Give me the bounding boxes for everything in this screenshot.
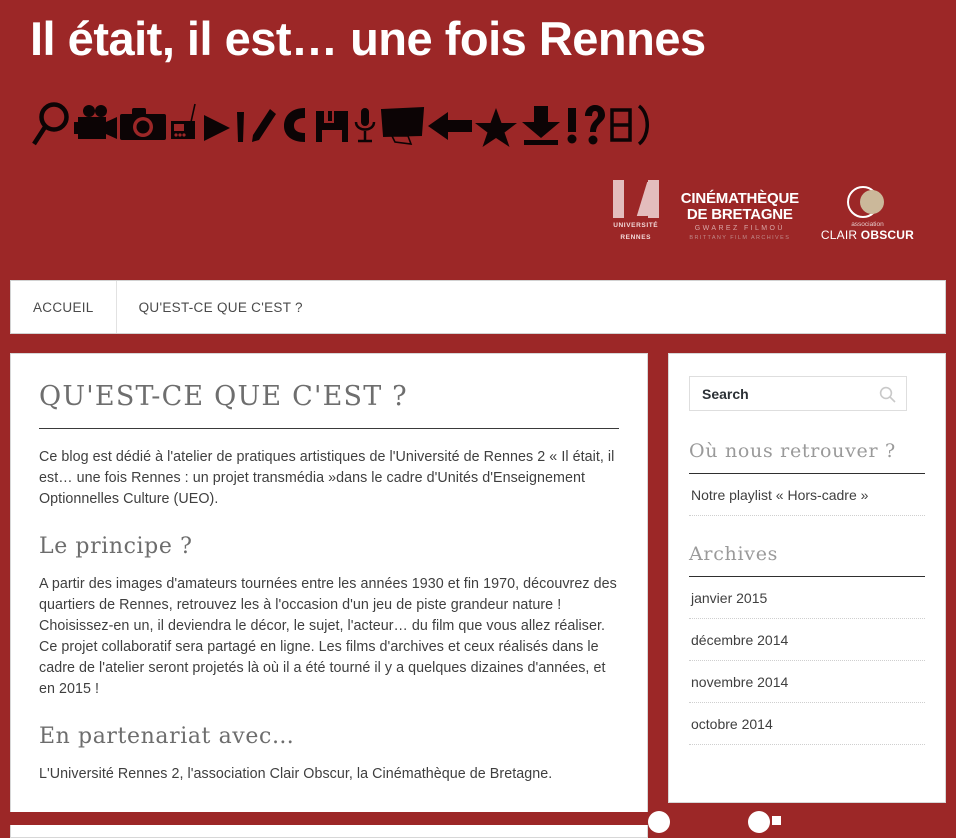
list-item[interactable]: novembre 2014 — [689, 661, 925, 703]
page-title: QU'EST-CE QUE C'EST ? — [39, 380, 619, 429]
list-item[interactable]: décembre 2014 — [689, 619, 925, 661]
widget-ou-nous-retrouver: Où nous retrouver ? Notre playlist « Hor… — [689, 439, 925, 516]
archive-link-octobre-2014[interactable]: octobre 2014 — [689, 703, 925, 744]
link-notre-playlist[interactable]: Notre playlist « Hors-cadre » — [689, 474, 925, 515]
footer-square — [772, 816, 781, 825]
clair-obscur-name: CLAIR OBSCUR — [821, 229, 914, 242]
cinematheque-line3: GWAREZ FILMOÙ — [694, 225, 785, 232]
section-heading-le-principe: Le principe ? — [39, 534, 193, 559]
nav-item-accueil[interactable]: ACCUEIL — [11, 281, 117, 333]
widget-title-archives: Archives — [689, 542, 925, 577]
clair-obscur-mark — [847, 186, 887, 218]
list-item[interactable]: octobre 2014 — [689, 703, 925, 745]
floppy-disk-icon — [312, 100, 352, 152]
search-icon[interactable] — [879, 386, 896, 403]
play-arrow-icon — [200, 100, 232, 152]
logo-rennes-line2: RENNES — [620, 234, 652, 241]
sidebar: Où nous retrouver ? Notre playlist « Hor… — [668, 353, 946, 803]
widget-title-ou-nous-retrouver: Où nous retrouver ? — [689, 439, 925, 474]
obscur-word: OBSCUR — [860, 228, 914, 242]
radio-icon — [168, 100, 200, 152]
nav-item-quest-ce-que-cest[interactable]: QU'EST-CE QUE C'EST ? — [117, 281, 325, 333]
site-title: Il était, il est… une fois Rennes — [30, 12, 706, 65]
header-icon-row — [32, 95, 656, 157]
exclamation-icon — [564, 100, 580, 152]
question-icon — [580, 100, 608, 152]
left-arrow-icon — [426, 100, 474, 152]
main-content-panel: QU'EST-CE QUE C'EST ? Ce blog est dédié … — [10, 353, 648, 838]
logo-universite-rennes: UNIVERSITÉ RENNES — [612, 180, 659, 242]
telephone-icon — [278, 100, 312, 152]
cinematheque-line2: DE BRETAGNE — [686, 205, 793, 223]
footer-strip — [0, 811, 956, 833]
star-icon — [474, 100, 518, 152]
section-heading-en-partenariat: En partenariat avec… — [39, 724, 295, 749]
partner-logos: UNIVERSITÉ RENNES CINÉMATHÈQUE DE BRETAG… — [612, 180, 914, 242]
photo-camera-icon — [118, 100, 168, 152]
cinematheque-line4: BRITTANY FILM ARCHIVES — [689, 235, 791, 241]
widget-archives: Archives janvier 2015 décembre 2014 nove… — [689, 542, 925, 745]
rennes-n-mark — [612, 180, 659, 218]
intro-paragraph: Ce blog est dédié à l'atelier de pratiqu… — [39, 449, 615, 507]
section-paragraph-en-partenariat: L'Université Rennes 2, l'association Cla… — [39, 766, 553, 782]
pen-icon — [232, 100, 248, 152]
search-input[interactable] — [690, 377, 870, 410]
archive-link-novembre-2014[interactable]: novembre 2014 — [689, 661, 925, 702]
list-item[interactable]: janvier 2015 — [689, 577, 925, 619]
film-strip-icon — [608, 100, 634, 152]
clair-word: CLAIR — [820, 228, 861, 242]
widget-list-archives: janvier 2015 décembre 2014 novembre 2014… — [689, 577, 925, 745]
section-paragraph-le-principe: A partir des images d'amateurs tournées … — [39, 576, 617, 697]
pencil-icon — [248, 100, 278, 152]
movie-camera-icon — [74, 100, 118, 152]
download-icon — [518, 100, 564, 152]
magnifier-icon — [32, 100, 74, 152]
monitor-icon — [378, 100, 426, 152]
primary-navigation[interactable]: ACCUEIL QU'EST-CE QUE C'EST ? — [10, 280, 946, 334]
microphone-icon — [352, 100, 378, 152]
cinematheque-line1: CINÉMATHÈQUE — [680, 190, 799, 207]
archive-link-janvier-2015[interactable]: janvier 2015 — [689, 577, 925, 618]
logo-rennes-line1: UNIVERSITÉ — [613, 222, 659, 229]
logo-cinematheque-de-bretagne: CINÉMATHÈQUE DE BRETAGNE GWAREZ FILMOÙ B… — [681, 191, 799, 242]
logo-clair-obscur: association CLAIR OBSCUR — [821, 186, 914, 242]
search-widget[interactable] — [689, 376, 907, 411]
closing-paren-icon — [634, 100, 656, 152]
list-item[interactable]: Notre playlist « Hors-cadre » — [689, 474, 925, 516]
footer-bubble-left — [648, 811, 670, 833]
entry-body: Ce blog est dédié à l'atelier de pratiqu… — [39, 429, 619, 785]
widget-list-ou-nous-retrouver: Notre playlist « Hors-cadre » — [689, 474, 925, 516]
archive-link-decembre-2014[interactable]: décembre 2014 — [689, 619, 925, 660]
site-header-banner: Il était, il est… une fois Rennes UNIVER… — [0, 0, 956, 270]
footer-bubble-right — [748, 811, 770, 833]
